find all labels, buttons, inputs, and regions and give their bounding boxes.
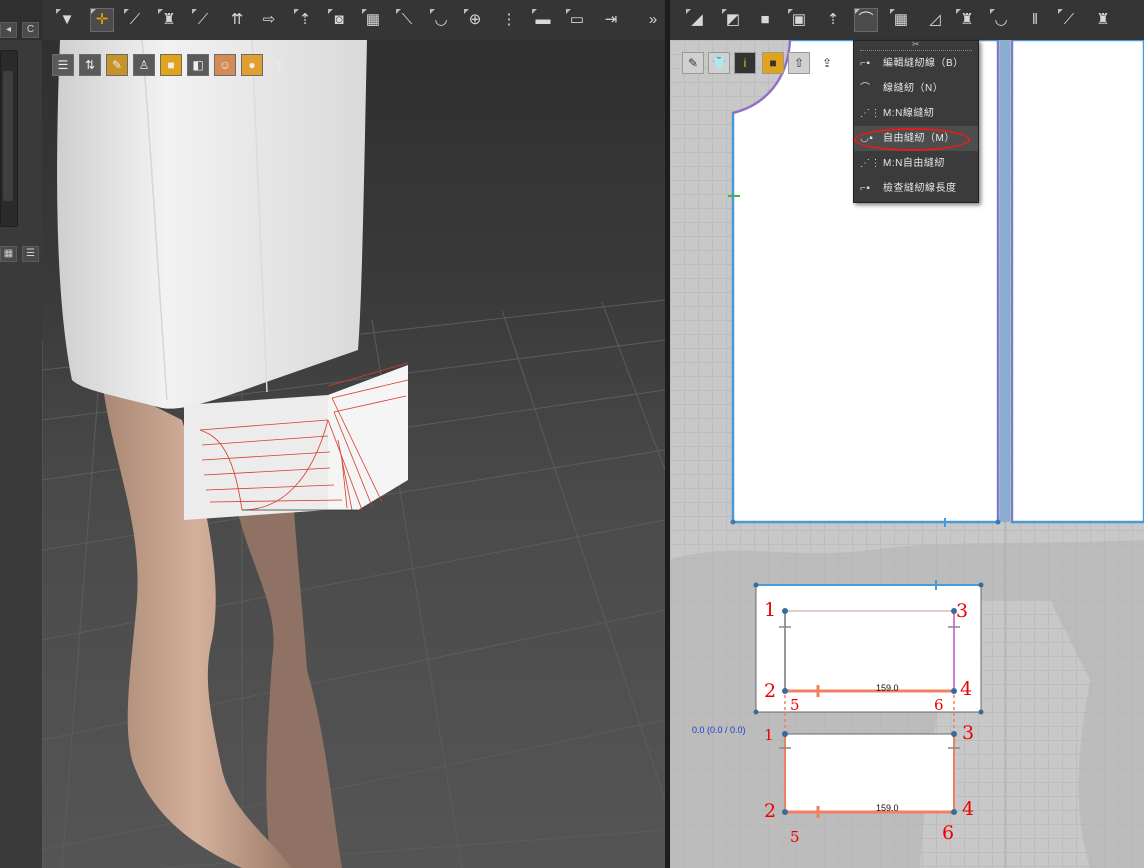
toolbar-2d: ◢ ◩ ■ ▣ ⇡ ⌒ ▦ ◿ ♜ ◡ ‖ ⟋ ♜ (670, 0, 1144, 41)
display-garment-icon[interactable]: ⇅ (79, 54, 101, 76)
texture-icon[interactable]: ■ (762, 52, 784, 74)
tshirt-outline-icon[interactable]: ♜ (1092, 9, 1114, 31)
annotation-bottom-3: 3 (962, 722, 975, 744)
texture-icon[interactable]: ■ (160, 54, 182, 76)
menu-item-label: 檢查縫紉線長度 (883, 183, 957, 194)
avatar-shirt (57, 40, 367, 409)
display-avatar-body-icon[interactable]: ♙ (133, 54, 155, 76)
seam-length-top: 159.0 (876, 683, 899, 693)
free-sewing-icon[interactable]: ◡ (990, 9, 1012, 31)
check-length-icon: ⌐▪ (860, 183, 871, 194)
edit-pattern-icon[interactable]: ◩ (722, 9, 744, 31)
annotation-bottom-2: 2 (764, 800, 777, 822)
toolbar-3d: ▼ ✛ ⟋ ♜ ⟋ ⇈ ⇨ ⇡ ◙ ▦ ⟍ ◡ ⊕ ⋮ ▬ ▭ ⇥ » (42, 0, 665, 41)
info-icon[interactable]: i (734, 52, 756, 74)
tack-icon[interactable]: ⇨ (258, 9, 280, 31)
seam-length-bottom: 159.0 (876, 803, 899, 813)
menu-item-free-sewing[interactable]: ◡▪ 自由縫紉（M） (854, 126, 978, 151)
arrange-point-icon[interactable]: ◙ (328, 9, 350, 31)
pleat-icon[interactable]: ‖ (1024, 9, 1046, 31)
topstitch-icon[interactable]: ▬ (532, 9, 554, 31)
menu-item-label: 線縫紉（N） (883, 83, 944, 94)
zipper-icon[interactable]: ⋮ (498, 9, 520, 31)
tshirt-icon[interactable]: ♜ (956, 9, 978, 31)
toolbar-overflow-button[interactable]: » (646, 9, 660, 31)
show-garment-icon[interactable]: 👕 (708, 52, 730, 74)
display-avatar-icon[interactable]: ☰ (52, 54, 74, 76)
annotation-bottom-5: 5 (790, 828, 800, 846)
measure-icon[interactable]: ◡ (430, 9, 452, 31)
menu-item-label: M:N自由縫紉 (883, 158, 945, 169)
pocket-piece-bottom (784, 733, 955, 813)
annotation-top-2: 2 (764, 680, 777, 702)
segment-sewing-icon: ⌒ (860, 83, 871, 94)
sewing-dropdown-menu: ✂ ⌐▪ 編輯縫紉線（B） ⌒ 線縫紉（N） ⋰⋮ M:N線縫紉 ◡▪ 自由縫紉… (853, 39, 979, 203)
pin-icon[interactable]: ⟋ (192, 9, 214, 31)
annotation-top-5: 5 (790, 696, 800, 714)
left-scrollbar[interactable] (0, 50, 18, 227)
menu-item-check-length[interactable]: ⌐▪ 檢查縫紉線長度 (854, 176, 978, 201)
segment-sewing-icon[interactable]: ⌒ (854, 8, 878, 32)
avatar-back-leg (232, 480, 342, 868)
menu-item-segment-sewing[interactable]: ⌒ 線縫紉（N） (854, 76, 978, 101)
button-icon[interactable]: ⊕ (464, 9, 486, 31)
edit-curve-icon[interactable]: ⟋ (1058, 9, 1080, 31)
fold-icon[interactable]: ⇈ (226, 9, 248, 31)
viewport-3d[interactable]: ☰ ⇅ ✎ ♙ ■ ◧ ☺ ● ⇪ (42, 40, 665, 868)
fold-arrange-icon[interactable]: ◿ (924, 9, 946, 31)
annotation-top-1: 1 (764, 599, 777, 621)
menu-item-label: 編輯縫紉線（B） (883, 58, 964, 69)
display-pattern-icon[interactable]: ✎ (106, 54, 128, 76)
avatar-skin-icon[interactable]: ☺ (214, 54, 236, 76)
down-arrow-icon[interactable]: ▼ (56, 9, 78, 31)
avatar-arrange-icon[interactable]: ⇡ (294, 9, 316, 31)
transform-pattern-icon[interactable]: ◢ (686, 9, 708, 31)
annotation-top-3: 3 (956, 600, 969, 622)
coordinate-readout: 0.0 (0.0 / 0.0) (692, 725, 746, 735)
refresh-button[interactable]: C (22, 22, 39, 38)
light-icon[interactable]: ● (241, 54, 263, 76)
scene-3d (42, 40, 665, 868)
annotation-top-4: 4 (960, 678, 973, 700)
show-pattern-line-icon[interactable]: ✎ (682, 52, 704, 74)
left-panel-strip: ◂ C ▦ ☰ (0, 0, 42, 868)
menu-item-mn-segment-sewing[interactable]: ⋰⋮ M:N線縫紉 (854, 101, 978, 126)
gather-icon[interactable]: ⇥ (600, 9, 622, 31)
select-mesh-icon[interactable]: ⟋ (124, 9, 146, 31)
list-view-icon[interactable]: ☰ (22, 246, 39, 262)
pocket-piece-top (755, 584, 982, 713)
scroll-thumb[interactable] (3, 71, 13, 201)
pocket-box-3d (328, 365, 408, 510)
menu-item-mn-free-sewing[interactable]: ⋰⋮ M:N自由縫紉 (854, 151, 978, 176)
annotation-bottom-1: 1 (764, 726, 774, 744)
move-icon[interactable]: ✛ (90, 8, 114, 32)
shading-icon[interactable]: ◧ (187, 54, 209, 76)
tshirt-select-icon[interactable]: ♜ (158, 9, 180, 31)
internal-rectangle-icon[interactable]: ▣ (788, 9, 810, 31)
grid-icon[interactable]: ▦ (362, 9, 384, 31)
export-icon[interactable]: ⇪ (268, 54, 290, 76)
annotation-bottom-4: 4 (962, 798, 975, 820)
collapse-button[interactable]: ◂ (0, 22, 17, 38)
menu-item-label: M:N線縫紉 (883, 108, 935, 119)
grid-view-icon[interactable]: ▦ (0, 246, 17, 262)
annotation-bottom-6: 6 (942, 822, 955, 844)
piping-icon[interactable]: ▭ (566, 9, 588, 31)
annotation-top-6: 6 (934, 696, 944, 714)
edit-sewing-icon: ⌐▪ (860, 58, 871, 69)
grid-icon[interactable]: ▦ (890, 9, 912, 31)
free-sewing-icon: ◡▪ (860, 133, 874, 144)
menu-tearoff[interactable]: ✂ (860, 39, 972, 51)
pattern-strip (1000, 40, 1010, 522)
mn-free-sewing-icon: ⋰⋮ (860, 158, 881, 169)
rectangle-icon[interactable]: ■ (754, 9, 776, 31)
trace-icon[interactable]: ⇡ (822, 9, 844, 31)
export-icon[interactable]: ⇪ (816, 52, 838, 74)
scissors-icon: ✂ (912, 39, 920, 49)
mn-segment-sewing-icon: ⋰⋮ (860, 108, 881, 119)
pattern-piece-back (1010, 40, 1144, 524)
sewing-icon[interactable]: ⟍ (396, 9, 418, 31)
menu-item-edit-sewing[interactable]: ⌐▪ 編輯縫紉線（B） (854, 51, 978, 76)
arrow-icon[interactable]: ⇧ (788, 52, 810, 74)
